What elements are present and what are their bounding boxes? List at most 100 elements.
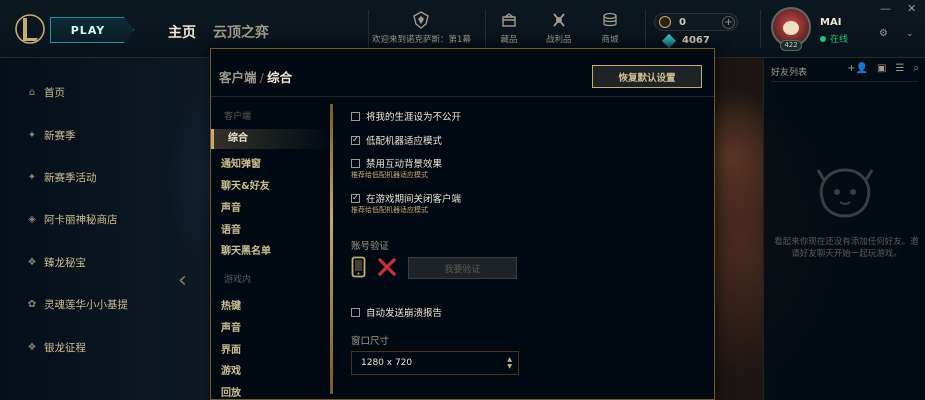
league-logo-icon[interactable] [14, 12, 46, 46]
rp-balance[interactable]: 0 + [654, 13, 738, 31]
nav-item-season-event[interactable]: ✦ 新赛季活动 [26, 170, 97, 185]
crest-icon [411, 10, 431, 30]
level-badge: 422 [780, 40, 802, 51]
window-size-select[interactable]: 1280 x 720 ▲ ▼ [351, 351, 519, 375]
chest-icon [499, 10, 519, 30]
sidebar-item-sound[interactable]: 声音 [221, 199, 241, 214]
divider [645, 10, 646, 48]
title-page: 综合 [267, 70, 293, 85]
play-button[interactable]: PLAY [50, 17, 134, 43]
nav-item-dragon-treasure[interactable]: ❖ 臻龙秘宝 [26, 255, 86, 270]
list-icon[interactable]: ☰ [895, 63, 904, 74]
flower-icon: ✿ [27, 299, 37, 310]
checkbox[interactable]: ✓ [351, 135, 360, 145]
window-size-label: 窗口尺寸 [351, 336, 390, 347]
restore-defaults-button[interactable]: 恢复默认设置 [592, 65, 702, 88]
nav-item-home[interactable]: ⌂ 首页 [26, 85, 65, 100]
poro-icon [816, 168, 874, 218]
divider [771, 81, 918, 82]
sidebar-item-voice[interactable]: 语音 [221, 221, 241, 236]
season-button[interactable]: 欢迎来到诺克萨斯：第1幕 [372, 10, 471, 48]
checkbox[interactable] [351, 158, 360, 168]
minimize-icon[interactable]: — [880, 2, 891, 15]
star-icon: ✦ [27, 172, 37, 183]
nav-item-label: 银龙征程 [44, 342, 86, 354]
sidebar-item-hotkeys[interactable]: 热键 [221, 297, 241, 312]
settings-gear-icon[interactable]: ⚙ [879, 28, 888, 39]
be-balance: 4067 [661, 33, 710, 48]
title-separator: / [259, 70, 265, 85]
collection-button[interactable]: 藏品 [499, 10, 519, 48]
checkbox[interactable] [351, 111, 360, 121]
shop-icon: ◈ [28, 214, 36, 225]
nav-item-label: 新赛季 [44, 130, 76, 142]
divider [368, 10, 369, 48]
nav-item-label: 阿卡丽神秘商店 [44, 214, 118, 226]
sidebar-item-notifications[interactable]: 通知弹窗 [221, 155, 261, 170]
divider [485, 10, 486, 48]
divider [760, 10, 761, 48]
sidebar-item-ingame-sound[interactable]: 声音 [221, 319, 241, 334]
left-nav: ⌂ 首页 ✦ 新赛季 ✦ 新赛季活动 ◈ 阿卡丽神秘商店 ❖ 臻龙秘宝 ✿ 灵魂… [0, 58, 210, 400]
add-folder-icon[interactable]: ▣ [877, 63, 886, 74]
nav-item-silver-dragon[interactable]: ❖ 银龙征程 [26, 340, 86, 355]
option-crash-report[interactable]: 自动发送崩溃报告 [351, 305, 442, 319]
online-status[interactable]: 在线 [820, 32, 848, 45]
option-low-spec-mode[interactable]: ✓ 低配机器适应模式 [351, 133, 442, 147]
status-dot-icon [820, 35, 826, 42]
close-icon[interactable]: ✕ [907, 2, 916, 15]
sidebar-group-ingame: 游戏内 [224, 275, 252, 285]
phone-icon[interactable] [351, 256, 366, 278]
dragon-icon: ❖ [27, 257, 37, 268]
loot-button[interactable]: 战利品 [546, 10, 572, 48]
sidebar-item-general[interactable]: 综合 [211, 129, 329, 149]
be-amount: 4067 [682, 35, 710, 46]
rp-coin-icon [659, 16, 671, 28]
sidebar-item-interface[interactable]: 界面 [221, 341, 241, 356]
option-disable-bg-effects[interactable]: 禁用互动背景效果 [351, 156, 442, 170]
not-verified-x-icon [378, 258, 396, 276]
updown-arrow-icon: ▲ ▼ [507, 356, 512, 370]
loot-label: 战利品 [546, 35, 572, 45]
add-friend-icon[interactable]: +👤 [847, 63, 868, 74]
plus-icon[interactable]: + [722, 15, 735, 29]
verify-button[interactable]: 我要验证 [408, 257, 517, 279]
collapse-icon[interactable]: ⌄ [906, 29, 914, 39]
option-label: 禁用互动背景效果 [366, 159, 443, 170]
sidebar-item-chat-friends[interactable]: 聊天&好友 [221, 177, 270, 192]
option-private-career[interactable]: 将我的生涯设为不公开 [351, 109, 461, 123]
nav-item-akali-shop[interactable]: ◈ 阿卡丽神秘商店 [26, 212, 118, 227]
tab-home[interactable]: 主页 [168, 22, 196, 42]
checkbox[interactable] [351, 307, 360, 317]
friends-panel: 好友列表 +👤 ▣ ☰ ⌕ 看起来你现在还没有添加任何好友。邀请好友聊天开始一起… [763, 58, 925, 400]
sidebar-item-replay[interactable]: 回放 [221, 384, 241, 399]
nav-item-spirit-blossom[interactable]: ✿ 灵魂莲华小小基提 [26, 297, 128, 312]
option-hint: 推荐给低配机器适应模式 [351, 171, 428, 179]
option-label: 将我的生涯设为不公开 [366, 112, 462, 123]
friends-title: 好友列表 [771, 68, 808, 78]
settings-content: 将我的生涯设为不公开 ✓ 低配机器适应模式 禁用互动背景效果 推荐给低配机器适应… [351, 98, 711, 398]
star-icon: ✦ [27, 130, 37, 141]
chevron-left-icon[interactable]: ‹ [178, 268, 187, 293]
search-icon[interactable]: ⌕ [913, 63, 919, 74]
shop-label: 商城 [601, 35, 619, 45]
tab-tft[interactable]: 云顶之弈 [213, 22, 269, 42]
option-label: 在游戏期间关闭客户端 [366, 194, 462, 205]
nav-item-new-season[interactable]: ✦ 新赛季 [26, 128, 76, 143]
coins-icon [600, 10, 620, 30]
sidebar-item-blocklist[interactable]: 聊天黑名单 [221, 242, 271, 257]
window-size-value: 1280 x 720 [361, 358, 413, 368]
collection-label: 藏品 [500, 35, 518, 45]
sidebar-item-game[interactable]: 游戏 [221, 362, 241, 377]
verify-section-label: 账号验证 [351, 241, 390, 252]
shop-button[interactable]: 商城 [600, 10, 620, 48]
nav-item-label: 首页 [44, 87, 65, 99]
checkbox[interactable]: ✓ [351, 193, 360, 203]
scrollbar[interactable] [330, 104, 333, 394]
status-text: 在线 [830, 35, 849, 45]
option-label: 低配机器适应模式 [366, 136, 443, 147]
option-close-client-ingame[interactable]: ✓ 在游戏期间关闭客户端 [351, 191, 461, 205]
option-hint: 推荐给低配机器适应模式 [351, 206, 428, 214]
home-icon: ⌂ [28, 87, 36, 98]
title-section: 客户端 [219, 70, 257, 85]
